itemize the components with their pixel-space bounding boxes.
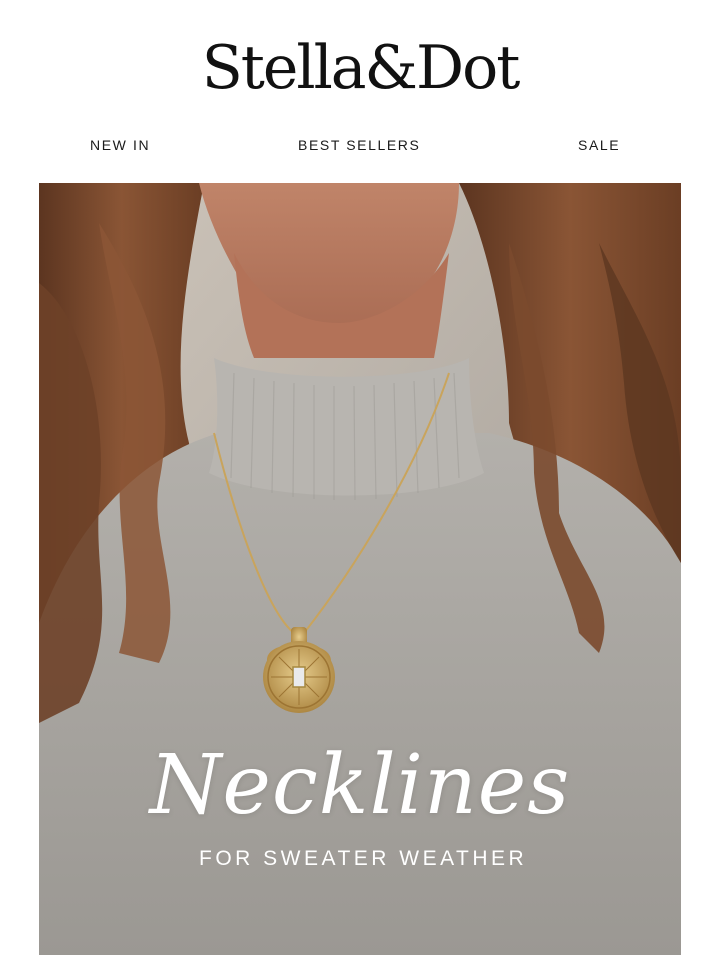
- brand-header: Stella&Dot: [0, 18, 720, 118]
- brand-logo[interactable]: Stella&Dot: [202, 18, 521, 118]
- email-page: Stella&Dot NEW IN BEST SELLERS SALE Neck…: [0, 0, 720, 960]
- hero-banner[interactable]: Necklines FOR SWEATER WEATHER: [39, 183, 681, 955]
- hero-subtitle: FOR SWEATER WEATHER: [199, 847, 528, 870]
- nav-sale[interactable]: SALE: [578, 130, 620, 160]
- nav-best-sellers[interactable]: BEST SELLERS: [298, 130, 420, 160]
- top-nav: NEW IN BEST SELLERS SALE: [0, 130, 720, 160]
- nav-new-in[interactable]: NEW IN: [90, 130, 150, 160]
- hero-title: Necklines: [149, 738, 571, 833]
